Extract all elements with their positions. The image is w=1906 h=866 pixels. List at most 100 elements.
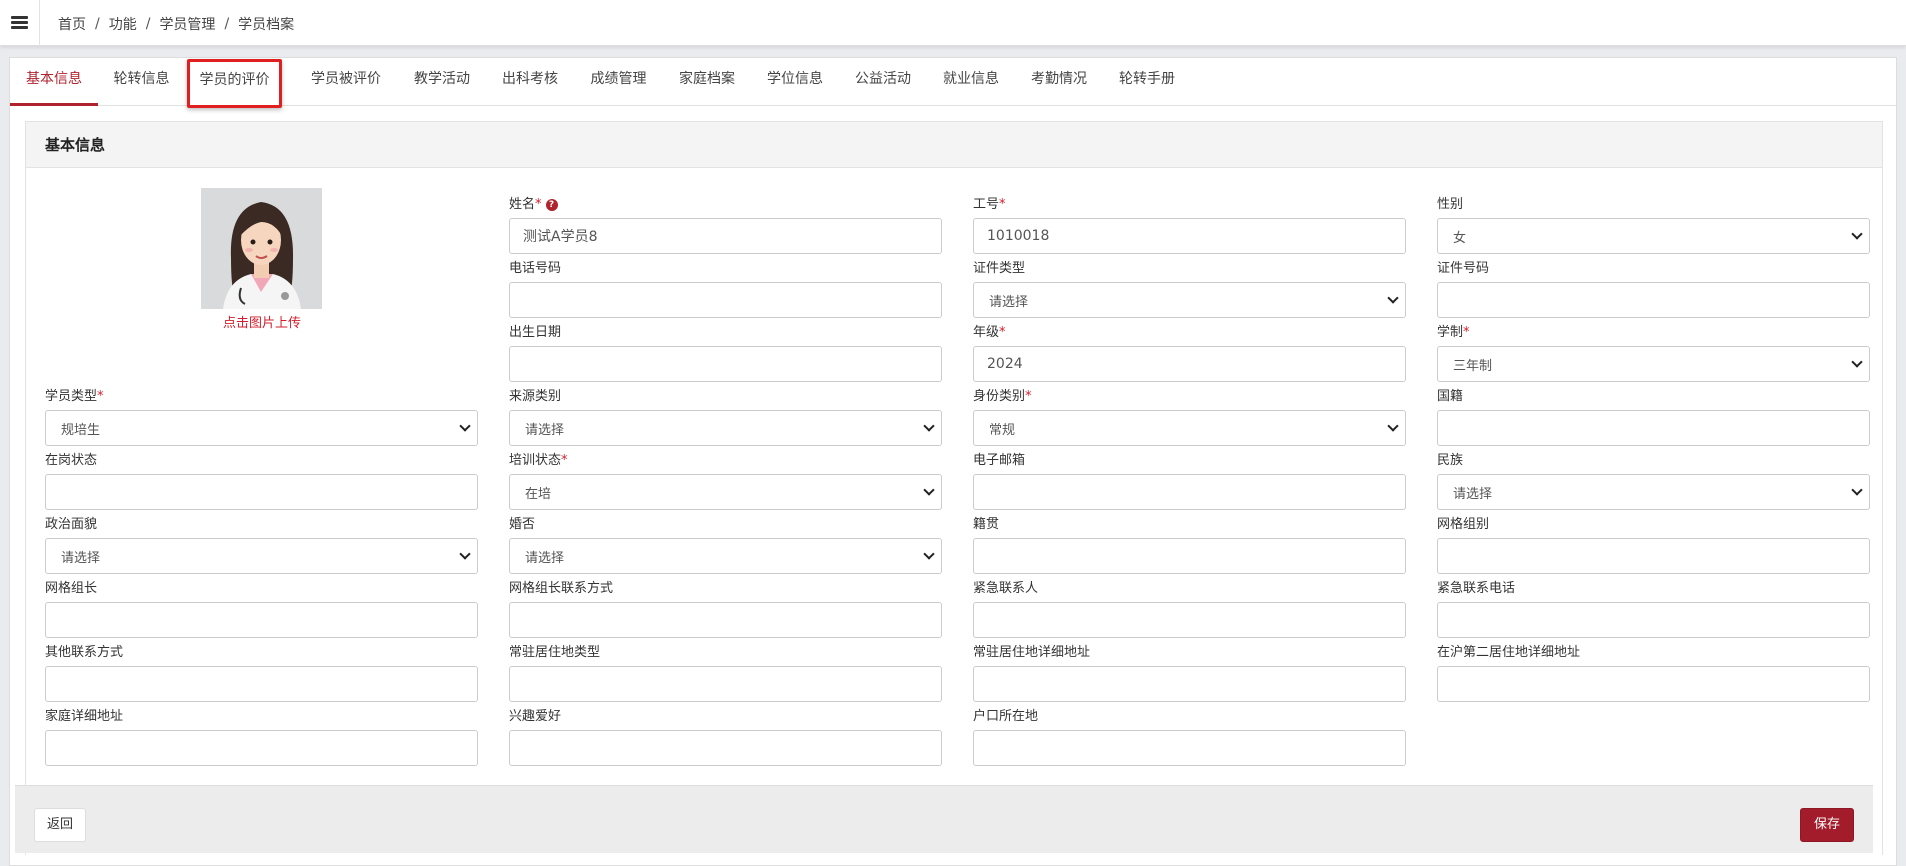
id-type-value: 请选择 — [989, 294, 1029, 310]
emergency-phone-input[interactable] — [1437, 602, 1870, 638]
tab-student-evaluated[interactable]: 学员被评价 — [297, 58, 395, 106]
second-addr-input[interactable] — [1437, 666, 1870, 702]
chevron-down-icon — [1851, 228, 1863, 240]
doctor-avatar-icon — [201, 188, 322, 309]
political-value: 请选择 — [61, 550, 101, 566]
other-contact-label: 其他联系方式 — [45, 645, 124, 660]
residence-type-input[interactable] — [509, 666, 942, 702]
grid-leader-input[interactable] — [45, 602, 478, 638]
birth-input[interactable] — [509, 346, 942, 382]
political-select[interactable]: 请选择 — [45, 538, 478, 574]
chevron-down-icon — [1851, 356, 1863, 368]
tab-attendance[interactable]: 考勤情况 — [1015, 58, 1103, 106]
student-type-label: 学员类型* — [45, 389, 104, 404]
question-icon[interactable]: ? — [545, 199, 558, 211]
job-no-input[interactable] — [973, 218, 1406, 254]
married-label: 婚否 — [509, 517, 536, 532]
identity-type-value: 常规 — [989, 422, 1016, 438]
tab-basic-info[interactable]: 基本信息 — [10, 58, 98, 106]
upload-photo-link[interactable]: 点击图片上传 — [200, 312, 324, 331]
ethnicity-value: 请选择 — [1453, 486, 1493, 502]
ethnicity-select[interactable]: 请选择 — [1437, 474, 1870, 510]
job-no-label: 工号* — [973, 197, 1006, 212]
hobby-label: 兴趣爱好 — [509, 709, 562, 724]
home-addr-input[interactable] — [45, 730, 478, 766]
gender-value: 女 — [1453, 230, 1467, 246]
chevron-down-icon — [1387, 292, 1399, 304]
tab-teaching-activity[interactable]: 教学活动 — [399, 58, 485, 106]
tab-exit-exam[interactable]: 出科考核 — [487, 58, 573, 106]
id-type-select[interactable]: 请选择 — [973, 282, 1406, 318]
name-label: 姓名*? — [509, 193, 558, 212]
id-no-label: 证件号码 — [1437, 261, 1490, 276]
identity-type-select[interactable]: 常规 — [973, 410, 1406, 446]
residence-addr-input[interactable] — [973, 666, 1406, 702]
tab-public-welfare[interactable]: 公益活动 — [839, 58, 927, 106]
residence-addr-label: 常驻居住地详细地址 — [973, 645, 1091, 660]
chevron-down-icon — [923, 548, 935, 560]
student-type-value: 规培生 — [61, 422, 101, 438]
married-select[interactable]: 请选择 — [509, 538, 942, 574]
other-contact-input[interactable] — [45, 666, 478, 702]
breadcrumb-function[interactable]: 功能 — [109, 14, 137, 34]
tab-employment-info[interactable]: 就业信息 — [927, 58, 1015, 106]
source-type-value: 请选择 — [525, 422, 565, 438]
panel-title: 基本信息 — [26, 122, 1882, 168]
hukou-input[interactable] — [973, 730, 1406, 766]
emergency-phone-label: 紧急联系电话 — [1437, 581, 1516, 596]
id-no-input[interactable] — [1437, 282, 1870, 318]
form-footer: 返回 保存 — [15, 785, 1873, 853]
tab-rotation-info[interactable]: 轮转信息 — [98, 58, 185, 106]
grade-input[interactable] — [973, 346, 1406, 382]
tab-score-management[interactable]: 成绩管理 — [575, 58, 662, 106]
name-input[interactable] — [509, 218, 942, 254]
tab-degree-info[interactable]: 学位信息 — [751, 58, 839, 106]
gender-select[interactable]: 女 — [1437, 218, 1870, 254]
breadcrumb-separator: / — [95, 16, 100, 32]
menu-icon[interactable] — [0, 0, 40, 46]
program-select[interactable]: 三年制 — [1437, 346, 1870, 382]
avatar[interactable] — [201, 188, 322, 309]
chevron-down-icon — [923, 484, 935, 496]
native-place-input[interactable] — [973, 538, 1406, 574]
grid-group-input[interactable] — [1437, 538, 1870, 574]
native-place-label: 籍贯 — [973, 517, 1000, 532]
chevron-down-icon — [459, 420, 471, 432]
student-type-select[interactable]: 规培生 — [45, 410, 478, 446]
training-status-select[interactable]: 在培 — [509, 474, 942, 510]
tab-family-archive[interactable]: 家庭档案 — [663, 58, 751, 106]
email-label: 电子邮箱 — [973, 453, 1026, 468]
email-input[interactable] — [973, 474, 1406, 510]
phone-label: 电话号码 — [509, 261, 562, 276]
source-type-select[interactable]: 请选择 — [509, 410, 942, 446]
tab-bar: 基本信息 轮转信息 学员的评价 学员被评价 教学活动 出科考核 成绩管理 家庭档… — [10, 58, 1896, 108]
back-button[interactable]: 返回 — [34, 808, 86, 842]
nationality-input[interactable] — [1437, 410, 1870, 446]
training-status-label: 培训状态* — [509, 453, 568, 468]
breadcrumb-student-management[interactable]: 学员管理 — [159, 14, 215, 34]
phone-input[interactable] — [509, 282, 942, 318]
political-label: 政治面貌 — [45, 517, 98, 532]
nationality-label: 国籍 — [1437, 389, 1464, 404]
program-value: 三年制 — [1453, 358, 1493, 374]
breadcrumb-separator: / — [145, 16, 151, 32]
on-duty-input[interactable] — [45, 474, 478, 510]
grid-leader-label: 网格组长 — [45, 581, 98, 596]
tab-student-evaluation[interactable]: 学员的评价 — [187, 59, 282, 108]
grade-label: 年级* — [973, 325, 1006, 340]
hobby-input[interactable] — [509, 730, 942, 766]
identity-type-label: 身份类别* — [973, 389, 1032, 404]
emergency-contact-input[interactable] — [973, 602, 1406, 638]
save-button[interactable]: 保存 — [1800, 808, 1854, 842]
grid-leader-contact-input[interactable] — [509, 602, 942, 638]
tab-rotation-handbook[interactable]: 轮转手册 — [1103, 58, 1191, 106]
chevron-down-icon — [1387, 420, 1399, 432]
training-status-value: 在培 — [525, 486, 552, 502]
id-type-label: 证件类型 — [973, 261, 1026, 276]
married-value: 请选择 — [525, 550, 565, 566]
residence-type-label: 常驻居住地类型 — [509, 645, 601, 660]
birth-label: 出生日期 — [509, 325, 562, 340]
top-bar: 首页 / 功能 / 学员管理 / 学员档案 — [0, 0, 1906, 46]
ethnicity-label: 民族 — [1437, 453, 1464, 468]
breadcrumb-home[interactable]: 首页 — [58, 14, 86, 34]
